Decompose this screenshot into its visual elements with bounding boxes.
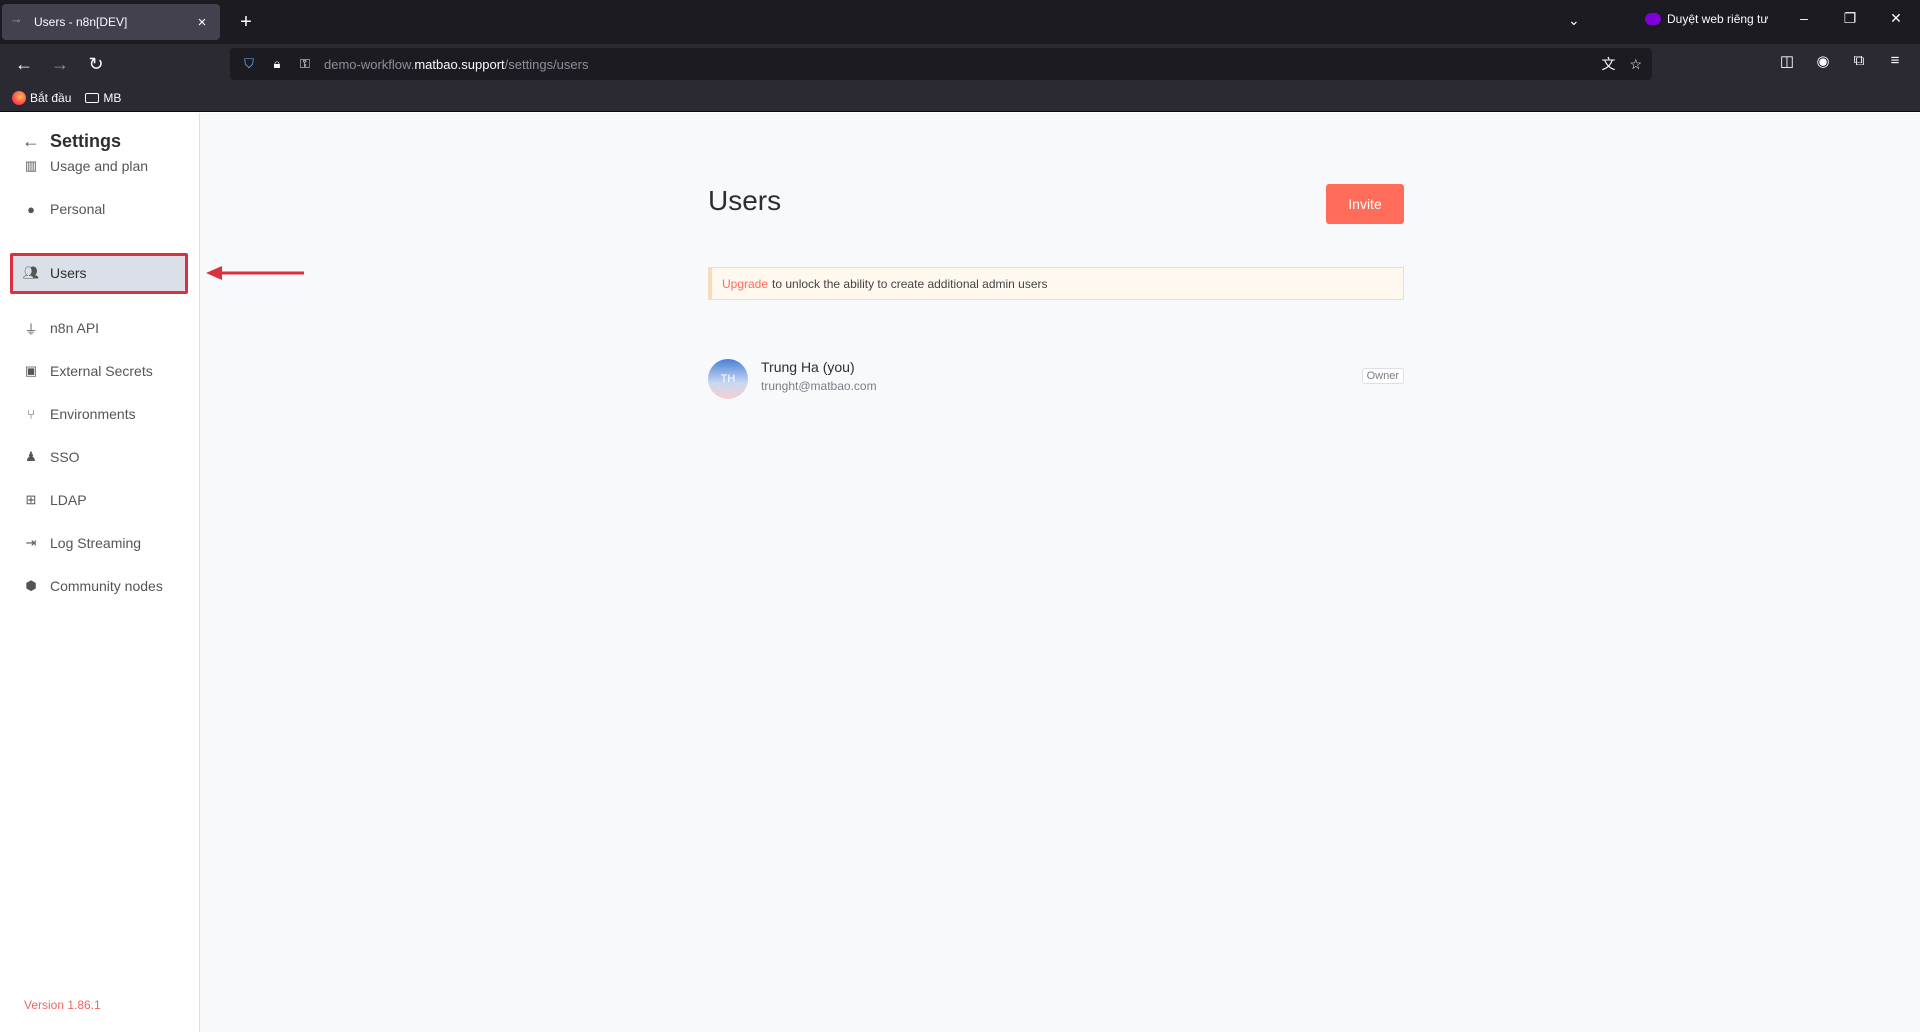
new-tab-icon[interactable]: + bbox=[234, 10, 258, 34]
browser-nav-bar: ← → ↻ ⛉ 🔒︎ ⚿ demo-workflow.matbao.suppor… bbox=[0, 44, 1920, 84]
users-highlight-box bbox=[10, 253, 188, 294]
sidebar-item-label: Personal bbox=[50, 201, 106, 217]
shield-icon[interactable]: ⛉ bbox=[240, 56, 258, 72]
bookmark-getting-started[interactable]: Bắt đầu bbox=[12, 90, 72, 105]
private-browsing-indicator: Duyệt web riêng tư bbox=[1645, 12, 1768, 26]
invite-button[interactable]: Invite bbox=[1326, 184, 1404, 224]
sidebar-item-label: Community nodes bbox=[50, 578, 163, 594]
version-label: Version 1.86.1 bbox=[24, 998, 101, 1012]
chevron-down-icon[interactable]: ⌄ bbox=[1568, 12, 1580, 29]
sidebar-item-ldap[interactable]: ⊞ LDAP bbox=[12, 482, 186, 518]
tab-title: Users - n8n[DEV] bbox=[34, 15, 128, 29]
private-mask-icon bbox=[1645, 13, 1661, 25]
restore-icon[interactable]: ❐ bbox=[1838, 10, 1862, 27]
sidebar-item-usage-and-plan[interactable]: ▥ Usage and plan bbox=[12, 148, 186, 184]
vault-icon: ▣ bbox=[24, 363, 38, 378]
git-branch-icon: ⑂ bbox=[27, 406, 35, 422]
url-bar[interactable]: ⛉ 🔒︎ ⚿ demo-workflow.matbao.support/sett… bbox=[230, 48, 1652, 80]
url-text[interactable]: demo-workflow.matbao.support/settings/us… bbox=[324, 57, 1587, 72]
annotation-arrow bbox=[206, 266, 304, 280]
pocket-icon[interactable]: ◫ bbox=[1777, 52, 1797, 70]
sidebar-item-label: SSO bbox=[50, 449, 80, 465]
minimize-icon[interactable]: – bbox=[1792, 10, 1816, 26]
close-tab-icon[interactable]: × bbox=[194, 14, 210, 31]
private-browsing-label: Duyệt web riêng tư bbox=[1667, 12, 1769, 26]
bookmark-label: Bắt đầu bbox=[30, 90, 72, 105]
user-circle-icon: ● bbox=[27, 201, 35, 217]
sidebar-item-label: LDAP bbox=[50, 492, 87, 508]
sidebar-item-n8n-api[interactable]: ⏚ n8n API bbox=[12, 310, 186, 346]
sidebar-item-personal[interactable]: ● Personal bbox=[12, 191, 186, 227]
sidebar-item-community-nodes[interactable]: ⬢ Community nodes bbox=[12, 568, 186, 604]
close-window-icon[interactable]: ✕ bbox=[1884, 10, 1908, 27]
back-icon[interactable]: ← bbox=[12, 52, 36, 76]
browser-tab-bar: ⊸ Users - n8n[DEV] × + ⌄ Duyệt web riêng… bbox=[0, 0, 1920, 44]
key-icon[interactable]: ⚿ bbox=[296, 56, 314, 72]
forward-icon[interactable]: → bbox=[48, 52, 72, 76]
upgrade-notice-text: to unlock the ability to create addition… bbox=[772, 276, 1048, 291]
user-email: trunght@matbao.com bbox=[761, 379, 877, 393]
sign-in-icon: ⇥ bbox=[25, 535, 37, 550]
n8n-favicon-icon: ⊸ bbox=[12, 16, 21, 27]
page-title: Users bbox=[708, 185, 782, 216]
user-lock-icon: ♟ bbox=[25, 449, 37, 464]
bookmark-label: MB bbox=[103, 90, 122, 105]
upgrade-notice: Upgrade to unlock the ability to create … bbox=[708, 267, 1404, 300]
folder-icon bbox=[85, 92, 100, 103]
user-name: Trung Ha (you) bbox=[761, 359, 855, 375]
translate-icon[interactable]: 文 bbox=[1601, 54, 1615, 74]
sidebar-item-environments[interactable]: ⑂ Environments bbox=[12, 396, 186, 432]
bookmark-folder-mb[interactable]: MB bbox=[85, 91, 121, 105]
plug-icon: ⏚ bbox=[24, 321, 38, 337]
extensions-icon[interactable]: ⧉ bbox=[1849, 52, 1869, 69]
sidebar-item-log-streaming[interactable]: ⇥ Log Streaming bbox=[12, 525, 186, 561]
sidebar-item-label: External Secrets bbox=[50, 363, 153, 379]
firefox-icon bbox=[12, 90, 26, 105]
account-icon[interactable]: ◉ bbox=[1813, 52, 1833, 70]
chart-icon: ▥ bbox=[24, 158, 38, 173]
bookmarks-bar: Bắt đầu MB bbox=[0, 84, 1920, 112]
star-icon[interactable]: ☆ bbox=[1629, 56, 1642, 73]
menu-icon[interactable]: ≡ bbox=[1885, 52, 1905, 69]
sidebar-item-label: n8n API bbox=[50, 320, 100, 336]
reload-icon[interactable]: ↻ bbox=[84, 52, 108, 76]
sidebar-item-label: Log Streaming bbox=[50, 535, 142, 551]
user-list-item: TH Trung Ha (you) trunght@matbao.com Own… bbox=[708, 356, 1404, 402]
settings-sidebar: ← Settings ▥ Usage and plan ● Personal 👥… bbox=[0, 113, 200, 1032]
lock-icon[interactable]: 🔒︎ bbox=[268, 56, 286, 72]
sidebar-item-sso[interactable]: ♟ SSO bbox=[12, 439, 186, 475]
sidebar-item-label: Environments bbox=[50, 406, 136, 422]
app-content: ← Settings ▥ Usage and plan ● Personal 👥… bbox=[0, 113, 1920, 1032]
network-icon: ⊞ bbox=[25, 492, 37, 507]
sidebar-item-external-secrets[interactable]: ▣ External Secrets bbox=[12, 353, 186, 389]
role-badge: Owner bbox=[1361, 368, 1404, 384]
upgrade-link[interactable]: Upgrade bbox=[722, 277, 768, 291]
browser-tab[interactable]: ⊸ Users - n8n[DEV] × bbox=[2, 4, 220, 40]
avatar: TH bbox=[708, 359, 748, 399]
cube-icon: ⬢ bbox=[25, 578, 37, 593]
sidebar-item-label: Usage and plan bbox=[50, 158, 149, 174]
